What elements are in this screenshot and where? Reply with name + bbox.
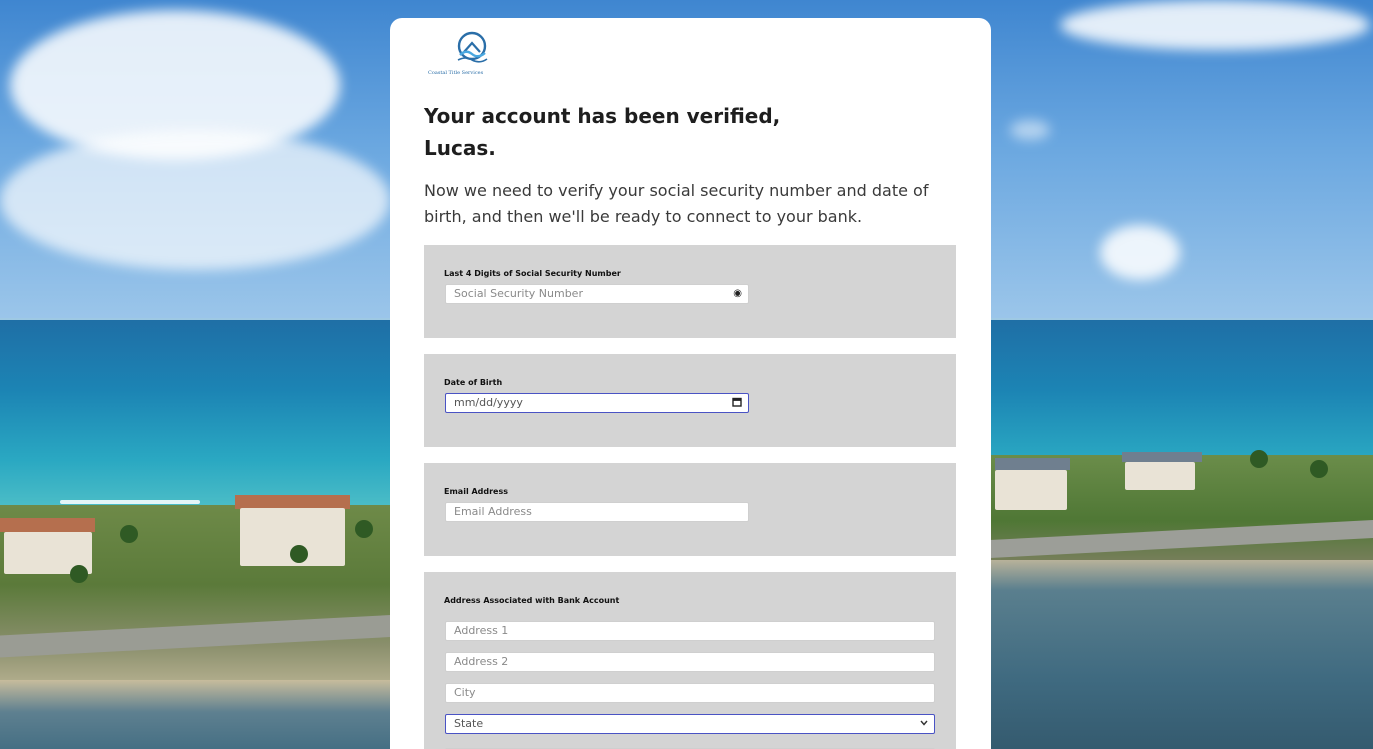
state-placeholder: State	[454, 717, 484, 730]
page-title: Your account has been verified, Lucas.	[424, 100, 844, 164]
ssn-placeholder: Social Security Number	[454, 287, 583, 300]
house	[1125, 462, 1195, 490]
surf-line	[60, 500, 200, 504]
palm-tree	[1310, 460, 1328, 478]
lagoon-left	[0, 680, 400, 749]
city-placeholder: City	[454, 686, 476, 699]
address2-input[interactable]: Address 2	[445, 652, 935, 672]
cloud	[1100, 225, 1180, 280]
ssn-panel: Last 4 Digits of Social Security Number …	[424, 245, 956, 338]
house-roof	[995, 458, 1070, 470]
cloud	[1060, 0, 1370, 50]
address2-placeholder: Address 2	[454, 655, 509, 668]
state-select[interactable]: State	[445, 714, 935, 734]
cloud	[1010, 120, 1050, 140]
dob-placeholder: mm/dd/yyyy	[454, 396, 523, 409]
address-panel: Address Associated with Bank Account Add…	[424, 572, 956, 749]
city-input[interactable]: City	[445, 683, 935, 703]
dob-panel: Date of Birth mm/dd/yyyy	[424, 354, 956, 447]
address1-placeholder: Address 1	[454, 624, 509, 637]
palm-tree	[290, 545, 308, 563]
address-label: Address Associated with Bank Account	[444, 596, 620, 605]
logo-text: Coastal Title Services	[428, 70, 484, 76]
ssn-label: Last 4 Digits of Social Security Number	[444, 269, 621, 278]
company-logo: Coastal Title Services	[428, 30, 518, 80]
palm-tree	[70, 565, 88, 583]
palm-tree	[120, 525, 138, 543]
intro-text: Now we need to verify your social securi…	[424, 181, 929, 226]
verification-card: Coastal Title Services Your account has …	[390, 18, 991, 749]
email-placeholder: Email Address	[454, 505, 532, 518]
lagoon-right	[990, 560, 1373, 749]
cloud	[0, 130, 390, 270]
email-panel: Email Address Email Address	[424, 463, 956, 556]
calendar-icon[interactable]	[732, 394, 742, 412]
email-input[interactable]: Email Address	[445, 502, 749, 522]
palm-tree	[355, 520, 373, 538]
dob-input[interactable]: mm/dd/yyyy	[445, 393, 749, 413]
dob-label: Date of Birth	[444, 378, 503, 387]
email-label: Email Address	[444, 487, 509, 496]
house-roof	[0, 518, 95, 532]
house-wave-icon	[457, 31, 488, 63]
title-line-1: Your account has been verified,	[424, 104, 781, 128]
palm-tree	[1250, 450, 1268, 468]
title-line-2: Lucas.	[424, 136, 496, 160]
eye-icon[interactable]: ◉	[733, 285, 742, 303]
ssn-input[interactable]: Social Security Number ◉	[445, 284, 749, 304]
address1-input[interactable]: Address 1	[445, 621, 935, 641]
house-roof	[235, 495, 350, 509]
house-roof	[1122, 452, 1202, 462]
chevron-down-icon[interactable]	[920, 715, 928, 733]
house	[995, 470, 1067, 510]
